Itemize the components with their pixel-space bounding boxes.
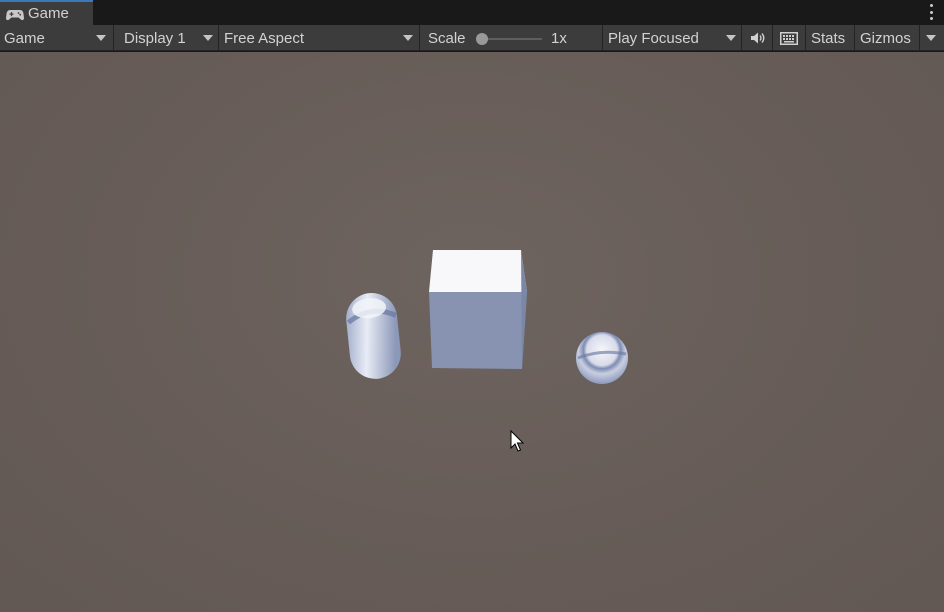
divider — [805, 25, 806, 51]
game-viewport[interactable] — [0, 52, 944, 612]
divider — [218, 25, 219, 51]
mouse-pointer-icon — [510, 429, 525, 452]
panel-tab-bar: Game — [0, 0, 944, 25]
gizmos-label: Gizmos — [860, 29, 911, 47]
more-options-icon[interactable] — [928, 4, 934, 20]
chevron-down-icon — [203, 35, 213, 41]
divider — [772, 25, 773, 51]
view-select-dropdown[interactable]: Game — [4, 25, 110, 51]
chevron-down-icon — [403, 35, 413, 41]
tab-label: Game — [28, 5, 69, 22]
scale-label-text: Scale — [428, 29, 466, 47]
sphere-object — [576, 332, 628, 384]
scale-label: Scale — [428, 25, 466, 51]
gamepad-icon — [6, 8, 24, 20]
chevron-down-icon — [726, 35, 736, 41]
tab-game[interactable]: Game — [0, 0, 93, 25]
divider — [854, 25, 855, 51]
play-mode-dropdown[interactable]: Play Focused — [608, 25, 738, 51]
shortcuts-button[interactable] — [776, 25, 802, 51]
display-select-dropdown[interactable]: Display 1 — [124, 25, 214, 51]
stats-label: Stats — [811, 29, 846, 47]
aspect-select-label: Free Aspect — [224, 29, 305, 47]
mute-audio-button[interactable] — [746, 25, 770, 51]
scale-slider-track[interactable] — [480, 38, 542, 40]
scale-value-text: 1x — [551, 29, 567, 47]
scale-value: 1x — [551, 25, 567, 51]
divider — [919, 25, 920, 51]
play-mode-label: Play Focused — [608, 29, 699, 47]
scale-slider-thumb[interactable] — [476, 33, 488, 45]
game-view-toolbar: Game Display 1 Free Aspect Scale 1x Play… — [0, 25, 944, 51]
view-select-label: Game — [4, 29, 45, 47]
cube-object — [429, 250, 527, 369]
stats-button[interactable]: Stats — [811, 25, 845, 51]
keyboard-icon — [780, 31, 798, 45]
divider — [602, 25, 603, 51]
scene-render — [346, 250, 628, 452]
divider — [741, 25, 742, 51]
speaker-icon — [751, 32, 765, 44]
divider — [419, 25, 420, 51]
chevron-down-icon — [96, 35, 106, 41]
gizmos-button[interactable]: Gizmos — [860, 25, 920, 51]
gizmos-dropdown-chevron-icon[interactable] — [926, 35, 936, 41]
display-select-label: Display 1 — [124, 29, 186, 47]
aspect-select-dropdown[interactable]: Free Aspect — [224, 25, 414, 51]
divider — [113, 25, 114, 51]
capsule-object — [346, 293, 401, 379]
